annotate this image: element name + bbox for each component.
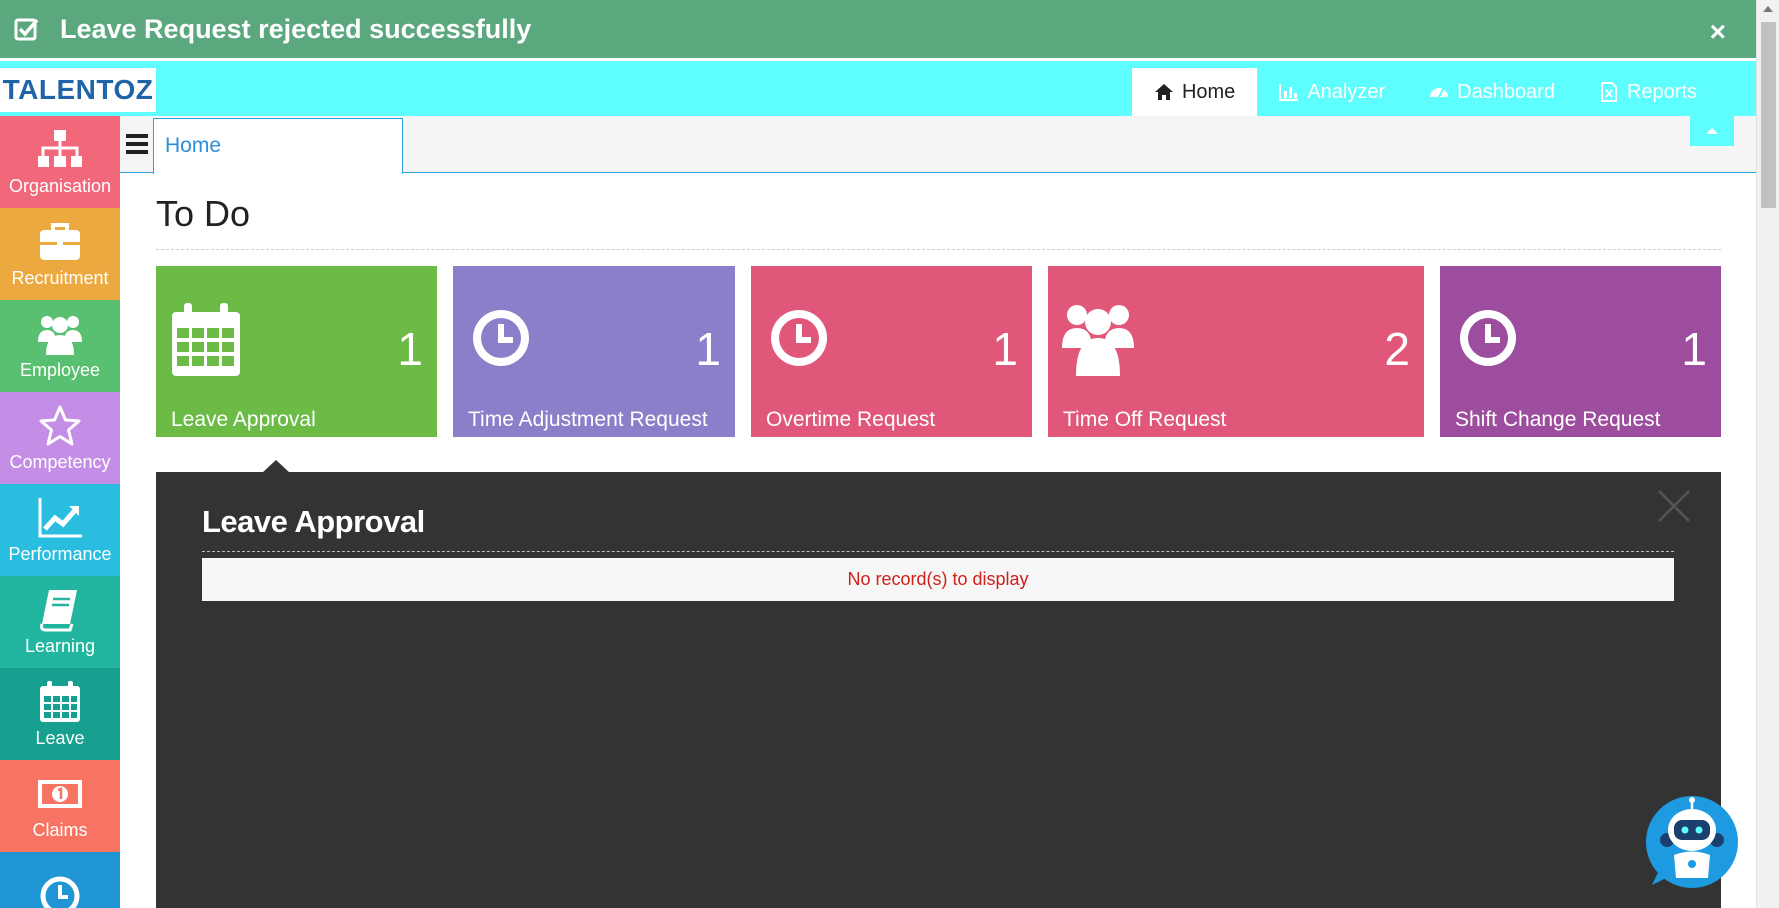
close-notification-button[interactable]: × bbox=[1710, 16, 1726, 48]
notification-message: Leave Request rejected successfully bbox=[60, 13, 532, 44]
sidebar-item-learning[interactable]: Learning bbox=[0, 576, 120, 668]
card-count: 1 bbox=[1681, 323, 1707, 375]
card-label: Shift Change Request bbox=[1455, 408, 1661, 431]
card-label: Time Off Request bbox=[1063, 408, 1227, 431]
book-icon bbox=[40, 589, 77, 631]
sidebar-item-time[interactable] bbox=[0, 852, 120, 908]
sidebar-item-recruitment[interactable]: Recruitment bbox=[0, 208, 120, 300]
clock-icon bbox=[40, 876, 80, 908]
main-nav: Home Analyzer Dashboard Reports bbox=[1131, 68, 1719, 116]
sidebar-label: Performance bbox=[8, 543, 112, 564]
clock-icon bbox=[1460, 310, 1516, 366]
card-count: 1 bbox=[992, 323, 1018, 375]
check-square-icon bbox=[14, 18, 39, 41]
sidebar-label: Competency bbox=[9, 451, 111, 472]
nav-home-label: Home bbox=[1181, 80, 1236, 103]
title-divider bbox=[156, 249, 1721, 250]
nav-dashboard-label: Dashboard bbox=[1457, 80, 1555, 103]
nav-home[interactable]: Home bbox=[1131, 68, 1258, 116]
card-time-off-request[interactable]: 2 Time Off Request bbox=[1048, 266, 1424, 437]
card-count: 1 bbox=[695, 323, 721, 375]
menu-toggle-icon[interactable] bbox=[126, 134, 148, 154]
sidebar-label: Leave bbox=[35, 727, 85, 748]
trend-chart-icon bbox=[38, 497, 82, 537]
nav-analyzer-label: Analyzer bbox=[1307, 80, 1386, 103]
notification-bar: Leave Request rejected successfully × bbox=[0, 0, 1756, 58]
tab-home[interactable]: Home bbox=[153, 118, 403, 174]
vertical-scrollbar[interactable] bbox=[1756, 0, 1779, 908]
nav-reports[interactable]: Reports bbox=[1577, 68, 1719, 116]
card-overtime-request[interactable]: 1 Overtime Request bbox=[751, 266, 1032, 437]
tab-bar: Home bbox=[120, 116, 1756, 174]
briefcase-icon bbox=[40, 222, 80, 260]
page-title: To Do bbox=[156, 193, 251, 234]
card-label: Leave Approval bbox=[171, 408, 316, 431]
sidebar-label: Learning bbox=[24, 635, 96, 656]
sidebar-label: Claims bbox=[32, 819, 88, 840]
sidebar-item-competency[interactable]: Competency bbox=[0, 392, 120, 484]
company-logo[interactable]: TALENTOZ bbox=[0, 68, 156, 112]
card-leave-approval[interactable]: 1 Leave Approval bbox=[156, 266, 437, 437]
home-icon bbox=[1154, 84, 1173, 100]
users-icon bbox=[38, 315, 82, 355]
sidebar-item-performance[interactable]: Performance bbox=[0, 484, 120, 576]
excel-file-icon bbox=[1600, 82, 1617, 102]
module-sidebar: Organisation Recruitment Employee Compet… bbox=[0, 116, 120, 908]
nav-analyzer[interactable]: Analyzer bbox=[1257, 68, 1407, 116]
card-count: 2 bbox=[1384, 323, 1410, 375]
clock-icon bbox=[771, 310, 827, 366]
sidebar-item-claims[interactable]: Claims bbox=[0, 760, 120, 852]
calendar-icon bbox=[40, 680, 80, 722]
star-icon bbox=[39, 405, 81, 445]
money-icon bbox=[38, 779, 82, 808]
sidebar-item-leave[interactable]: Leave bbox=[0, 668, 120, 760]
card-label: Time Adjustment Request bbox=[468, 408, 708, 431]
sidebar-item-organisation[interactable]: Organisation bbox=[0, 116, 120, 208]
empty-records-message: No record(s) to display bbox=[202, 558, 1674, 601]
sidebar-label: Recruitment bbox=[11, 267, 109, 288]
nav-reports-label: Reports bbox=[1626, 80, 1697, 103]
close-icon[interactable] bbox=[1657, 489, 1691, 523]
clock-icon bbox=[473, 310, 529, 366]
leave-approval-panel: Leave Approval No record(s) to display bbox=[156, 472, 1721, 908]
panel-title: Leave Approval bbox=[202, 504, 425, 539]
panel-divider bbox=[202, 551, 1674, 552]
top-header: TALENTOZ Home Analyzer Dashboard Reports bbox=[0, 61, 1756, 116]
scroll-up-arrow-icon[interactable] bbox=[1763, 6, 1773, 12]
sidebar-label: Organisation bbox=[8, 175, 112, 196]
sidebar-item-employee[interactable]: Employee bbox=[0, 300, 120, 392]
card-time-adjustment-request[interactable]: 1 Time Adjustment Request bbox=[453, 266, 735, 437]
card-shift-change-request[interactable]: 1 Shift Change Request bbox=[1440, 266, 1721, 437]
sidebar-label: Employee bbox=[19, 359, 101, 380]
card-count: 1 bbox=[397, 323, 423, 375]
dashboard-icon bbox=[1430, 88, 1449, 98]
users-icon bbox=[1062, 305, 1134, 376]
caret-up-icon bbox=[1706, 128, 1718, 134]
bar-chart-icon bbox=[1279, 84, 1299, 101]
org-chart-icon bbox=[38, 129, 82, 167]
collapse-header-button[interactable] bbox=[1690, 116, 1734, 146]
calendar-icon bbox=[172, 303, 240, 376]
chatbot-icon[interactable] bbox=[1640, 790, 1740, 890]
nav-dashboard[interactable]: Dashboard bbox=[1407, 68, 1577, 116]
card-label: Overtime Request bbox=[766, 408, 936, 431]
scrollbar-thumb[interactable] bbox=[1761, 22, 1776, 208]
